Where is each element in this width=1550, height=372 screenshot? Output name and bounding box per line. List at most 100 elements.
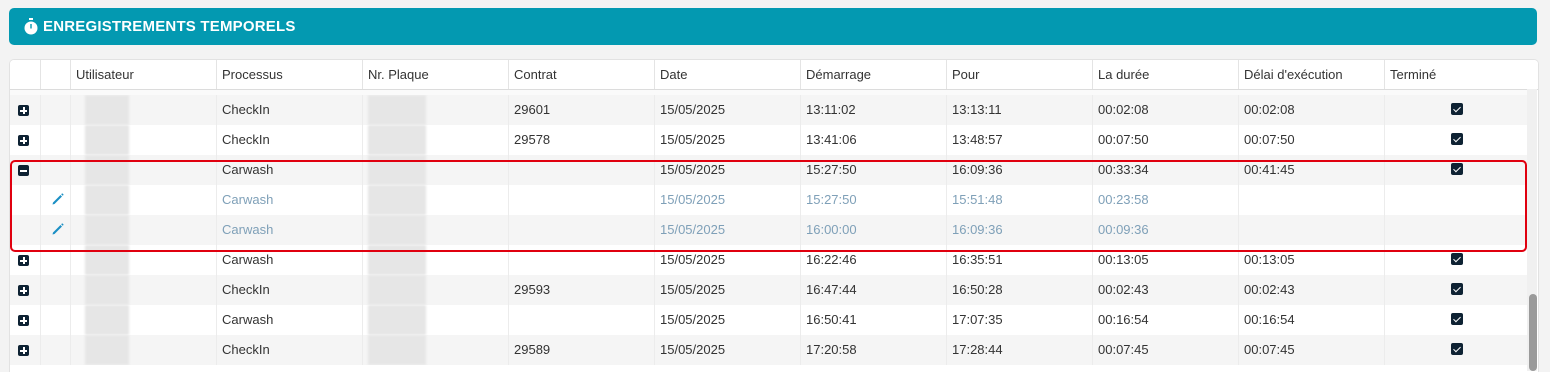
header-contrat[interactable]: Contrat (508, 60, 654, 89)
expand-plus-icon[interactable] (18, 345, 29, 356)
pencil-edit-icon[interactable] (51, 222, 65, 236)
redacted-username (85, 335, 129, 365)
expand-plus-icon[interactable] (18, 315, 29, 326)
cell-duree: 00:13:05 (1092, 245, 1238, 275)
redacted-username (85, 95, 129, 125)
cell-processus: CheckIn (216, 275, 362, 305)
table-row[interactable]: Carwash 15/05/2025 15:27:50 16:09:36 00:33:3… (10, 155, 1530, 185)
cell-delai (1238, 215, 1384, 245)
header-pour[interactable]: Pour (946, 60, 1092, 89)
cell-utilisateur (70, 275, 216, 305)
cell-delai: 00:02:43 (1238, 275, 1384, 305)
cell-utilisateur (70, 305, 216, 335)
header-processus[interactable]: Processus (216, 60, 362, 89)
cell-edit (40, 245, 70, 275)
header-termine[interactable]: Terminé (1384, 60, 1530, 89)
cell-processus: Carwash (216, 305, 362, 335)
checkbox-checked-icon[interactable] (1451, 283, 1463, 295)
header-plaque[interactable]: Nr. Plaque (362, 60, 508, 89)
header-date[interactable]: Date (654, 60, 800, 89)
collapse-minus-icon[interactable] (18, 165, 29, 176)
redacted-plate (368, 215, 426, 245)
expand-plus-icon[interactable] (18, 285, 29, 296)
table-subrow[interactable]: Carwash 15/05/2025 16:00:00 16:09:36 00:09:3… (10, 215, 1530, 245)
time-records-table: Utilisateur Processus Nr. Plaque Contrat… (9, 59, 1539, 372)
table-subrow[interactable]: Carwash 15/05/2025 15:27:50 15:51:48 00:23:5… (10, 185, 1530, 215)
cell-demarrage: 13:11:02 (800, 95, 946, 125)
cell-pour: 13:48:57 (946, 125, 1092, 155)
cell-edit (40, 215, 70, 245)
header-utilisateur[interactable]: Utilisateur (70, 60, 216, 89)
cell-termine (1384, 245, 1530, 275)
redacted-username (85, 305, 129, 335)
cell-processus: Carwash (216, 245, 362, 275)
cell-demarrage: 15:27:50 (800, 155, 946, 185)
cell-processus: CheckIn (216, 95, 362, 125)
cell-termine (1384, 335, 1530, 365)
cell-termine (1384, 215, 1530, 245)
redacted-plate (368, 275, 426, 305)
cell-delai: 00:13:05 (1238, 245, 1384, 275)
cell-edit (40, 335, 70, 365)
cell-date: 15/05/2025 (654, 335, 800, 365)
table-row[interactable]: Carwash 15/05/2025 16:50:41 17:07:35 00:16:5… (10, 305, 1530, 335)
redacted-username (85, 185, 129, 215)
cell-termine (1384, 305, 1530, 335)
header-delai[interactable]: Délai d'exécution (1238, 60, 1384, 89)
cell-delai: 00:07:50 (1238, 125, 1384, 155)
cell-duree: 00:07:50 (1092, 125, 1238, 155)
expand-plus-icon[interactable] (18, 135, 29, 146)
cell-demarrage: 16:47:44 (800, 275, 946, 305)
table-row[interactable]: CheckIn 29589 15/05/2025 17:20:58 17:28:44 00… (10, 335, 1530, 365)
expand-plus-icon[interactable] (18, 255, 29, 266)
cell-processus: CheckIn (216, 335, 362, 365)
table-row[interactable]: CheckIn 29601 15/05/2025 13:11:02 13:13:11 00… (10, 95, 1530, 125)
cell-contrat: 29589 (508, 335, 654, 365)
cell-edit (40, 275, 70, 305)
stopwatch-icon (24, 18, 38, 35)
checkbox-checked-icon[interactable] (1451, 343, 1463, 355)
checkbox-checked-icon[interactable] (1451, 163, 1463, 175)
cell-contrat (508, 215, 654, 245)
table-row[interactable]: Carwash 15/05/2025 16:22:46 16:35:51 00:13:0… (10, 245, 1530, 275)
cell-duree: 00:09:36 (1092, 215, 1238, 245)
cell-delai: 00:07:45 (1238, 335, 1384, 365)
checkbox-checked-icon[interactable] (1451, 103, 1463, 115)
cell-processus: Carwash (216, 215, 362, 245)
cell-date: 15/05/2025 (654, 125, 800, 155)
cell-utilisateur (70, 125, 216, 155)
cell-termine (1384, 95, 1530, 125)
cell-duree: 00:02:08 (1092, 95, 1238, 125)
cell-duree: 00:16:54 (1092, 305, 1238, 335)
header-duree[interactable]: La durée (1092, 60, 1238, 89)
cell-utilisateur (70, 245, 216, 275)
cell-plaque (362, 275, 508, 305)
cell-utilisateur (70, 155, 216, 185)
cell-demarrage: 16:22:46 (800, 245, 946, 275)
header-demarrage[interactable]: Démarrage (800, 60, 946, 89)
cell-plaque (362, 305, 508, 335)
checkbox-checked-icon[interactable] (1451, 253, 1463, 265)
redacted-username (85, 275, 129, 305)
cell-demarrage: 16:00:00 (800, 215, 946, 245)
cell-date: 15/05/2025 (654, 275, 800, 305)
cell-processus: Carwash (216, 185, 362, 215)
scrollbar-thumb[interactable] (1529, 294, 1537, 371)
checkbox-checked-icon[interactable] (1451, 313, 1463, 325)
cell-demarrage: 17:20:58 (800, 335, 946, 365)
cell-expand (10, 245, 40, 275)
pencil-edit-icon[interactable] (51, 192, 65, 206)
cell-delai (1238, 185, 1384, 215)
redacted-plate (368, 245, 426, 275)
header-edit (40, 60, 70, 89)
expand-plus-icon[interactable] (18, 105, 29, 116)
redacted-plate (368, 125, 426, 155)
cell-termine (1384, 125, 1530, 155)
checkbox-checked-icon[interactable] (1451, 133, 1463, 145)
table-row[interactable]: CheckIn 29578 15/05/2025 13:41:06 13:48:57 00… (10, 125, 1530, 155)
cell-termine (1384, 155, 1530, 185)
table-row[interactable]: CheckIn 29593 15/05/2025 16:47:44 16:50:28 00… (10, 275, 1530, 305)
header-expand (10, 60, 40, 89)
cell-edit (40, 155, 70, 185)
cell-edit (40, 95, 70, 125)
